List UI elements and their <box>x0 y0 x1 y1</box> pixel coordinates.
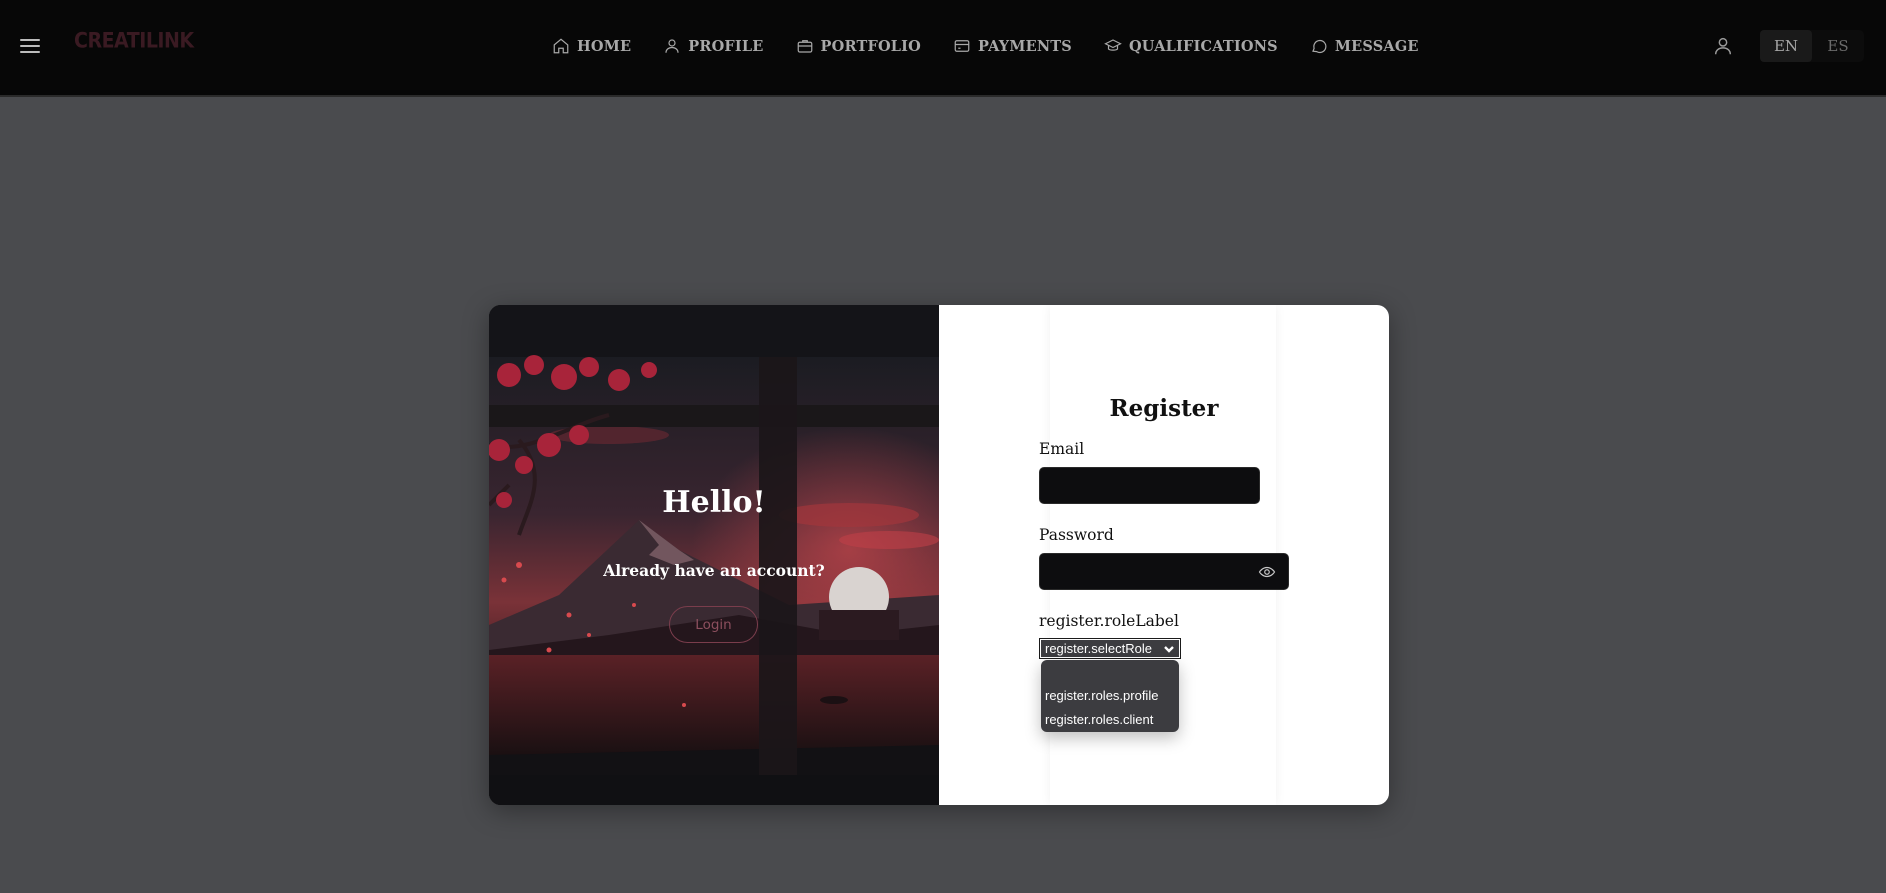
lang-es-button[interactable]: ES <box>1812 30 1864 62</box>
nav-home[interactable]: HOME <box>552 37 631 55</box>
role-select-value: register.selectRole <box>1045 641 1152 656</box>
top-navbar: CREATILINK HOME PROFILE PORTFOLIO PAYMEN… <box>0 0 1886 97</box>
nav-qualifications-label: QUALIFICATIONS <box>1128 37 1278 55</box>
email-label: Email <box>1039 440 1085 458</box>
role-option-profile[interactable]: register.roles.profile <box>1045 685 1175 705</box>
logo[interactable]: CREATILINK <box>74 29 194 60</box>
chevron-down-icon <box>1163 643 1175 655</box>
nav-home-label: HOME <box>577 37 632 55</box>
role-option-client[interactable]: register.roles.client <box>1045 709 1175 729</box>
nav-profile-label: PROFILE <box>688 37 764 55</box>
chat-bubble-icon <box>1312 39 1327 54</box>
lang-en-button[interactable]: EN <box>1760 30 1812 62</box>
have-account-text: Already have an account? <box>603 561 825 580</box>
role-dropdown-menu: register.roles.profile register.roles.cl… <box>1041 660 1179 732</box>
nav-message-label: MESSAGE <box>1334 37 1419 55</box>
nav-profile[interactable]: PROFILE <box>663 37 763 55</box>
role-label: register.roleLabel <box>1039 612 1179 630</box>
account-user-icon[interactable] <box>1712 35 1734 57</box>
password-field[interactable] <box>1039 553 1289 590</box>
nav-payments-label: PAYMENTS <box>978 37 1072 55</box>
welcome-panel: Hello! Already have an account? Login <box>489 305 939 805</box>
briefcase-icon <box>797 40 812 53</box>
welcome-heading: Hello! <box>662 485 766 520</box>
nav-message[interactable]: MESSAGE <box>1310 37 1419 55</box>
nav-qualifications[interactable]: QUALIFICATIONS <box>1104 37 1278 55</box>
home-icon <box>553 38 569 54</box>
register-title: Register <box>1109 395 1219 422</box>
email-field[interactable] <box>1039 467 1260 504</box>
main-nav: HOME PROFILE PORTFOLIO PAYMENTS QUALIFIC… <box>552 34 1419 58</box>
credit-card-icon <box>954 40 970 52</box>
hamburger-menu-icon[interactable] <box>20 36 40 56</box>
password-label: Password <box>1039 526 1114 544</box>
language-switcher: EN ES <box>1760 30 1864 62</box>
welcome-content: Hello! Already have an account? Login <box>489 305 939 805</box>
user-icon <box>665 39 679 53</box>
login-button[interactable]: Login <box>669 606 758 643</box>
graduation-cap-icon <box>1104 39 1122 51</box>
nav-payments[interactable]: PAYMENTS <box>953 37 1072 55</box>
show-password-eye-icon[interactable] <box>1258 563 1276 581</box>
nav-portfolio[interactable]: PORTFOLIO <box>796 37 921 55</box>
role-select[interactable]: register.selectRole <box>1039 638 1181 659</box>
nav-portfolio-label: PORTFOLIO <box>820 37 922 55</box>
